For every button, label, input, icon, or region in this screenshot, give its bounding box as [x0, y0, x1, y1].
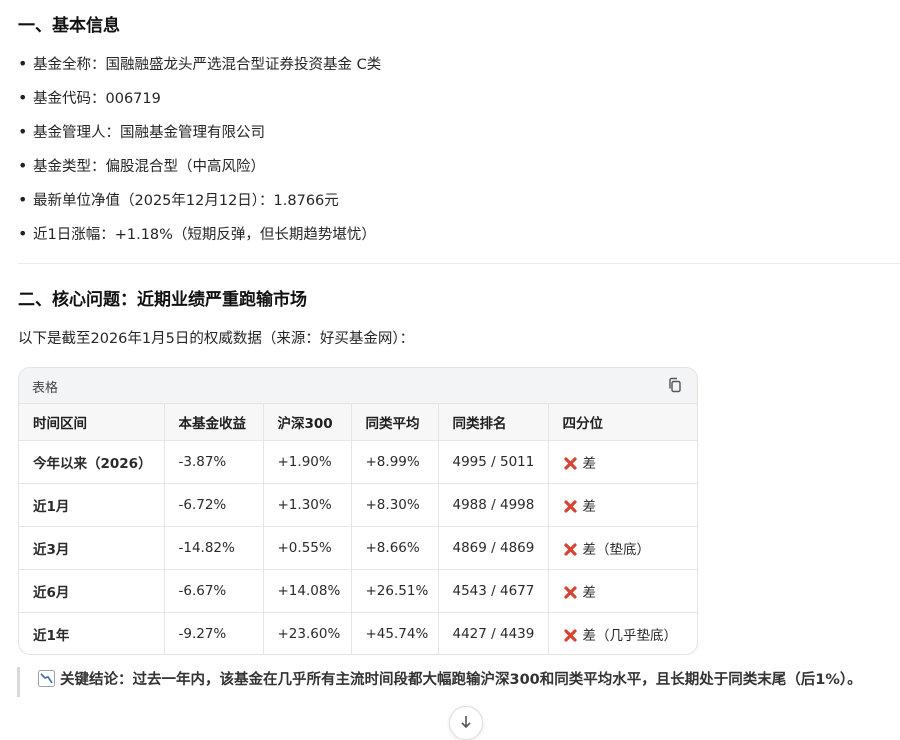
list-item: 基金管理人：国融基金管理有限公司	[18, 115, 381, 149]
x-mark-icon	[563, 543, 577, 556]
column-header: 四分位	[548, 403, 697, 441]
key-conclusion-quote: 关键结论：过去一年内，该基金在几乎所有主流时间段都大幅跑输沪深300和同类平均水…	[17, 667, 900, 697]
table-card-label: 表格	[32, 381, 59, 396]
column-header: 沪深300	[263, 403, 352, 441]
key-conclusion-text: 关键结论：过去一年内，该基金在几乎所有主流时间段都大幅跑输沪深300和同类平均水…	[60, 672, 862, 688]
table-row: 近1月 -6.72% +1.30% +8.30% 4988 / 4998 差	[19, 483, 697, 527]
period-cell: 近6月	[19, 569, 165, 613]
column-header: 本基金收益	[164, 403, 264, 441]
column-header: 时间区间	[19, 403, 165, 441]
table-row: 近3月 -14.82% +0.55% +8.66% 4869 / 4869 差（垫底）	[19, 526, 697, 570]
table-header-row: 时间区间 本基金收益 沪深300 同类平均 同类排名 四分位	[19, 403, 697, 441]
quartile-label: 差（垫底）	[582, 542, 651, 558]
quartile-label: 差（几乎垫底）	[582, 628, 678, 644]
value-cell: -14.82%	[164, 526, 264, 570]
value-cell: +8.30%	[351, 483, 439, 527]
scroll-down-button[interactable]	[449, 706, 483, 740]
value-cell: -6.67%	[164, 569, 264, 613]
list-item: 基金代码：006719	[18, 81, 381, 115]
value-cell: 4869 / 4869	[438, 526, 549, 570]
table-intro-text: 以下是截至2026年1月5日的权威数据（来源：好买基金网）：	[18, 331, 415, 347]
quartile-cell: 差（垫底）	[548, 526, 697, 570]
value-cell: +14.08%	[263, 569, 352, 613]
arrow-down-icon	[461, 716, 471, 729]
copy-icon[interactable]	[667, 377, 683, 393]
value-cell: +45.74%	[351, 612, 439, 654]
table-row: 今年以来（2026） -3.87% +1.90% +8.99% 4995 / 5011 差	[19, 440, 697, 484]
x-mark-icon	[563, 629, 577, 642]
period-cell: 近1月	[19, 483, 165, 527]
value-cell: -3.87%	[164, 440, 264, 484]
quartile-label: 差	[582, 499, 597, 515]
list-item: 近1日涨幅：+1.18%（短期反弹，但长期趋势堪忧）	[18, 217, 381, 251]
chart-down-icon	[38, 670, 55, 697]
x-mark-icon	[563, 457, 577, 470]
value-cell: +0.55%	[263, 526, 352, 570]
quartile-label: 差	[582, 456, 597, 472]
section-divider	[18, 263, 900, 264]
value-cell: 4988 / 4998	[438, 483, 549, 527]
basic-info-list: 基金全称：国融融盛龙头严选混合型证券投资基金 C类 基金代码：006719 基金…	[18, 47, 381, 251]
section-title-core-issue: 二、核心问题：近期业绩严重跑输市场	[18, 290, 307, 310]
list-item: 基金全称：国融融盛龙头严选混合型证券投资基金 C类	[18, 47, 381, 81]
period-cell: 近1年	[19, 612, 165, 654]
quartile-cell: 差	[548, 569, 697, 613]
quartile-cell: 差	[548, 483, 697, 527]
x-mark-icon	[563, 586, 577, 599]
value-cell: -6.72%	[164, 483, 264, 527]
quartile-cell: 差	[548, 440, 697, 484]
x-mark-icon	[563, 500, 577, 513]
table-row: 近6月 -6.67% +14.08% +26.51% 4543 / 4677 差	[19, 569, 697, 613]
column-header: 同类排名	[438, 403, 549, 441]
list-item: 基金类型：偏股混合型（中高风险）	[18, 149, 381, 183]
value-cell: +1.90%	[263, 440, 352, 484]
value-cell: 4427 / 4439	[438, 612, 549, 654]
value-cell: +1.30%	[263, 483, 352, 527]
column-header: 同类平均	[351, 403, 439, 441]
value-cell: +23.60%	[263, 612, 352, 654]
value-cell: +8.99%	[351, 440, 439, 484]
table-card-header: 表格	[19, 368, 697, 403]
table-card: 表格 时间区间 本基金收益 沪深300 同类平均 同类排名 四分位 今年以来（2…	[18, 367, 698, 655]
quartile-cell: 差（几乎垫底）	[548, 612, 697, 654]
value-cell: 4543 / 4677	[438, 569, 549, 613]
section-title-basic-info: 一、基本信息	[18, 16, 120, 36]
value-cell: 4995 / 5011	[438, 440, 549, 484]
value-cell: -9.27%	[164, 612, 264, 654]
list-item: 最新单位净值（2025年12月12日）：1.8766元	[18, 183, 381, 217]
value-cell: +26.51%	[351, 569, 439, 613]
period-cell: 近3月	[19, 526, 165, 570]
quartile-label: 差	[582, 585, 597, 601]
value-cell: +8.66%	[351, 526, 439, 570]
period-cell: 今年以来（2026）	[19, 440, 165, 484]
performance-table: 时间区间 本基金收益 沪深300 同类平均 同类排名 四分位 今年以来（2026…	[19, 403, 697, 654]
table-row: 近1年 -9.27% +23.60% +45.74% 4427 / 4439 差（几乎垫底…	[19, 612, 697, 654]
